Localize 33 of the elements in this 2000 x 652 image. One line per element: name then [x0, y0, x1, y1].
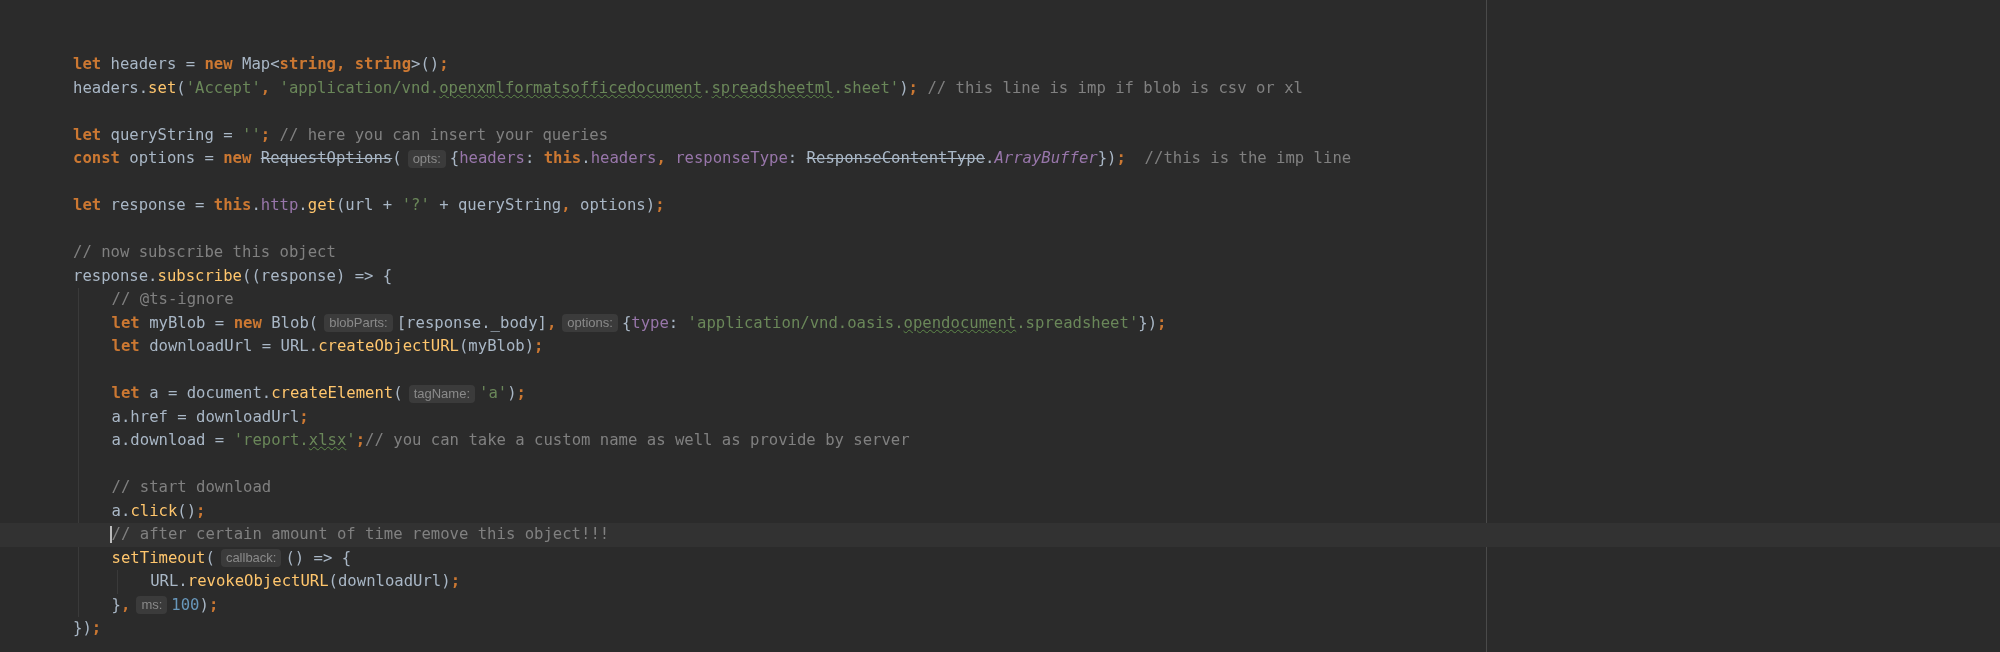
code-text: a.download = 'report.xlsx';// you can take a custom name as well as provide by server [111, 430, 910, 451]
code-text: a.href = downloadUrl; [111, 406, 309, 428]
code-text: {headers: this.headers, responseType: ResponseContentType.ArrayBuffer}); //this is the imp line [449, 148, 1352, 169]
code-text: // after certain amount of time remove this object!!! [111, 524, 610, 545]
code-text: let myBlob = new Blob( [111, 312, 319, 334]
code-text: let headers = new Map<string, string>(); [73, 54, 449, 75]
text-cursor [109, 526, 112, 544]
code-text: let downloadUrl = URL.createObjectURL(myBlob); [111, 336, 544, 357]
code-text: }); [73, 618, 102, 639]
parameter-hint: blobParts: [324, 314, 393, 333]
code-text: 'a'); [479, 383, 526, 404]
code-text: }, [111, 594, 131, 616]
code-text: let response = this.http.get(url + '?' + queryString, options); [73, 195, 665, 216]
parameter-hint: ms: [136, 596, 168, 615]
code-text: // now subscribe this object [73, 242, 336, 263]
parameter-hint: tagName: [408, 384, 476, 403]
code-text: setTimeout( [111, 547, 215, 569]
parameter-hint: opts: [407, 149, 446, 168]
code-text: 100); [171, 594, 219, 616]
code-text: // start download [111, 477, 272, 498]
code-text: let a = document.createElement( [111, 383, 403, 404]
code-text: let queryString = ''; // here you can insert your queries [73, 124, 609, 146]
parameter-hint: callback: [220, 549, 282, 568]
code-text: [response._body], [396, 312, 557, 334]
code-text: a.click(); [111, 500, 206, 522]
code-text: URL.revokeObjectURL(downloadUrl); [150, 571, 461, 592]
code-text: const options = new RequestOptions( [73, 148, 402, 169]
code-text: response.subscribe((response) => { [73, 265, 393, 287]
parameter-hint: options: [562, 314, 618, 333]
code-text: headers.set('Accept', 'application/vnd.openxmlformatsofficedocument.spreadsheetml.sheet'); // this line is imp if blob is csv or xl [73, 77, 1303, 99]
code-text: // @ts-ignore [111, 289, 234, 310]
code-text: () => { [285, 547, 352, 569]
code-text: {type: 'application/vnd.oasis.opendocument.spreadsheet'}); [621, 312, 1167, 334]
